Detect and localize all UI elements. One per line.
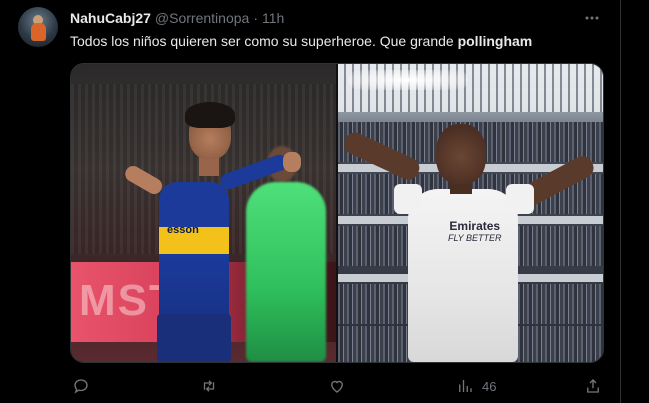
- share-button[interactable]: [584, 376, 602, 396]
- media-photo-right[interactable]: Emirates FLY BETTER: [338, 64, 603, 362]
- tweet-card[interactable]: NahuCabj27 @Sorrentinopa · 11h Todos los…: [0, 0, 649, 403]
- jersey-sponsor-right: Emirates FLY BETTER: [448, 220, 502, 244]
- tweet-text: Todos los niños quieren ser como su supe…: [70, 32, 532, 50]
- boca-player-jersey: [159, 182, 229, 332]
- tweet-text-body: Todos los niños quieren ser como su supe…: [70, 33, 458, 49]
- player-head: [436, 124, 486, 184]
- views-chart-icon: [459, 380, 472, 392]
- reply-icon: [74, 379, 88, 394]
- boca-player-shorts: [157, 314, 231, 362]
- jersey-sponsor-left: esson: [167, 224, 199, 236]
- author-display-name[interactable]: NahuCabj27: [70, 10, 151, 26]
- heart-icon: [331, 380, 343, 393]
- player-hand: [283, 152, 301, 172]
- more-horizontal-icon[interactable]: [583, 9, 601, 27]
- jersey-sleeve: [394, 184, 422, 214]
- retweet-icon: [203, 380, 215, 392]
- avatar[interactable]: [18, 7, 58, 47]
- jersey-sponsor-name: Emirates: [449, 219, 501, 233]
- jersey-sleeve: [506, 184, 534, 214]
- media-photo-left[interactable]: MST esson: [71, 64, 336, 362]
- madrid-player-jersey: [408, 189, 518, 362]
- views-button[interactable]: 46: [456, 376, 496, 396]
- avatar-figure-body: [31, 23, 46, 41]
- stadium-lights: [348, 70, 468, 90]
- goalkeeper-figure: [246, 182, 326, 362]
- tweet-header: NahuCabj27 @Sorrentinopa · 11h: [70, 9, 284, 27]
- views-count: 46: [482, 378, 497, 394]
- tweet-timestamp[interactable]: 11h: [262, 10, 284, 26]
- share-icon: [587, 379, 599, 393]
- retweet-button[interactable]: [200, 376, 226, 396]
- tweet-actions: 46: [70, 376, 602, 396]
- like-button[interactable]: [328, 376, 354, 396]
- column-divider: [620, 0, 621, 403]
- header-separator: ·: [253, 10, 258, 26]
- tweet-media[interactable]: MST esson Emirates FLY BETTER: [70, 63, 604, 363]
- author-handle[interactable]: @Sorrentinopa: [155, 10, 249, 26]
- reply-button[interactable]: [72, 376, 98, 396]
- player-hair: [185, 102, 235, 128]
- tweet-text-highlight: pollingham: [457, 33, 533, 49]
- jersey-sponsor-tagline: FLY BETTER: [448, 233, 502, 243]
